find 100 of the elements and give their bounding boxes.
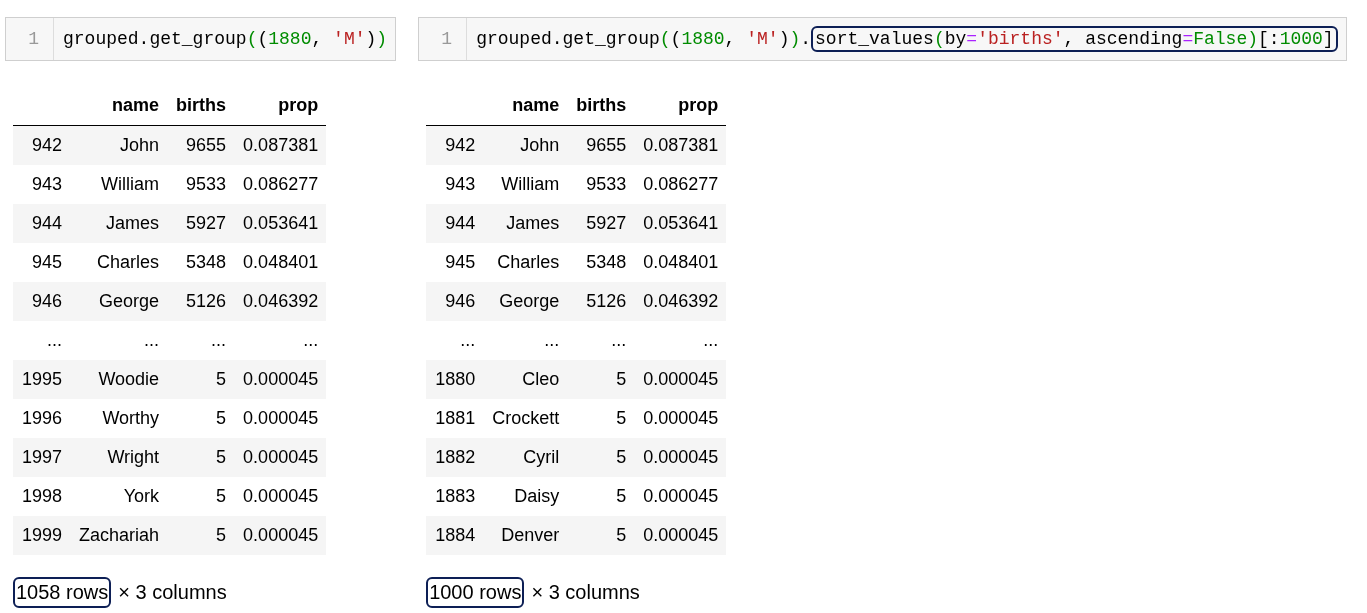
row-index: 942 <box>426 125 484 165</box>
table-cell: Cyril <box>483 438 568 477</box>
row-index: 1883 <box>426 477 484 516</box>
table-cell: 0.000045 <box>234 477 327 516</box>
table-cell: 0.046392 <box>634 282 727 321</box>
table-cell: James <box>70 204 168 243</box>
table-cell: 5 <box>567 477 635 516</box>
table-cell: 5 <box>567 360 635 399</box>
table-cell: 5 <box>167 477 235 516</box>
table-cell: 0.000045 <box>234 360 327 399</box>
table-cell: 5 <box>167 516 235 555</box>
table-cell: 5 <box>567 516 635 555</box>
row-index: 943 <box>426 165 484 204</box>
table-cell: 5348 <box>567 243 635 282</box>
table-cell: 0.087381 <box>234 125 327 165</box>
table-cell: 0.053641 <box>234 204 327 243</box>
table-cell: ... <box>167 321 235 360</box>
table-cell: 0.087381 <box>634 125 727 165</box>
row-index: 944 <box>13 204 71 243</box>
table-cell: 5 <box>167 360 235 399</box>
line-number: 1 <box>419 18 468 60</box>
table-cell: 5927 <box>567 204 635 243</box>
table-cell: ... <box>234 321 327 360</box>
table-cell: Wright <box>70 438 168 477</box>
table-cell: 0.053641 <box>634 204 727 243</box>
highlighted-row-count: 1000 rows <box>426 577 525 608</box>
row-index: 1997 <box>13 438 71 477</box>
table-cell: George <box>483 282 568 321</box>
row-index: 1881 <box>426 399 484 438</box>
highlighted-row-count: 1058 rows <box>13 577 112 608</box>
table-cell: George <box>70 282 168 321</box>
table-cell: 9533 <box>567 165 635 204</box>
table-cell: 0.000045 <box>634 477 727 516</box>
table-cell: 0.000045 <box>234 399 327 438</box>
table-cell: William <box>70 165 168 204</box>
row-index: ... <box>13 321 71 360</box>
table-cell: 0.000045 <box>634 360 727 399</box>
table-cell: James <box>483 204 568 243</box>
row-index: ... <box>426 321 484 360</box>
row-index: 1880 <box>426 360 484 399</box>
table-cell: Zachariah <box>70 516 168 555</box>
table-cell: 5927 <box>167 204 235 243</box>
column-header: name <box>70 86 168 126</box>
table-cell: 9655 <box>167 125 235 165</box>
table-cell: 9533 <box>167 165 235 204</box>
highlighted-code: sort_values(by='births', ascending=False)[:1000] <box>811 26 1338 52</box>
table-cell: York <box>70 477 168 516</box>
table-cell: Denver <box>483 516 568 555</box>
column-header: births <box>167 86 235 126</box>
table-cell: 5348 <box>167 243 235 282</box>
table-cell: Cleo <box>483 360 568 399</box>
table-cell: John <box>70 125 168 165</box>
table-cell: 0.000045 <box>634 438 727 477</box>
column-header: prop <box>634 86 727 126</box>
table-cell: ... <box>70 321 168 360</box>
shape-summary: × 3 columns <box>530 580 641 605</box>
table-cell: Charles <box>483 243 568 282</box>
table-cell: 5 <box>167 438 235 477</box>
column-header: name <box>483 86 568 126</box>
row-index: 944 <box>426 204 484 243</box>
table-cell: 5126 <box>167 282 235 321</box>
row-index: 945 <box>13 243 71 282</box>
code-text: grouped.get_group((1880, 'M')) <box>63 28 388 51</box>
row-index: 945 <box>426 243 484 282</box>
row-index: 946 <box>13 282 71 321</box>
row-index: 1882 <box>426 438 484 477</box>
line-number: 1 <box>6 18 54 60</box>
table-cell: Daisy <box>483 477 568 516</box>
table-cell: 5 <box>167 399 235 438</box>
table-cell: 0.000045 <box>234 438 327 477</box>
row-index: 942 <box>13 125 71 165</box>
table-cell: 0.086277 <box>234 165 327 204</box>
table-cell: 0.086277 <box>634 165 727 204</box>
row-index: 1999 <box>13 516 71 555</box>
row-index: 1998 <box>13 477 71 516</box>
column-header: births <box>567 86 635 126</box>
table-cell: ... <box>483 321 568 360</box>
column-header: prop <box>234 86 327 126</box>
table-cell: 0.000045 <box>234 516 327 555</box>
row-index: 946 <box>426 282 484 321</box>
shape-summary: × 3 columns <box>117 580 228 605</box>
table-cell: Charles <box>70 243 168 282</box>
table-cell: ... <box>567 321 635 360</box>
table-cell: 9655 <box>567 125 635 165</box>
table-cell: 0.000045 <box>634 516 727 555</box>
row-index: 1995 <box>13 360 71 399</box>
row-index: 943 <box>13 165 71 204</box>
table-cell: ... <box>634 321 727 360</box>
table-cell: Worthy <box>70 399 168 438</box>
table-cell: 5 <box>567 438 635 477</box>
table-cell: William <box>483 165 568 204</box>
code-text: grouped.get_group((1880, 'M')). <box>476 28 812 51</box>
table-cell: Crockett <box>483 399 568 438</box>
row-index: 1884 <box>426 516 484 555</box>
table-cell: John <box>483 125 568 165</box>
table-cell: 0.000045 <box>634 399 727 438</box>
table-cell: 5126 <box>567 282 635 321</box>
table-cell: 5 <box>567 399 635 438</box>
row-index: 1996 <box>13 399 71 438</box>
table-cell: 0.048401 <box>634 243 727 282</box>
